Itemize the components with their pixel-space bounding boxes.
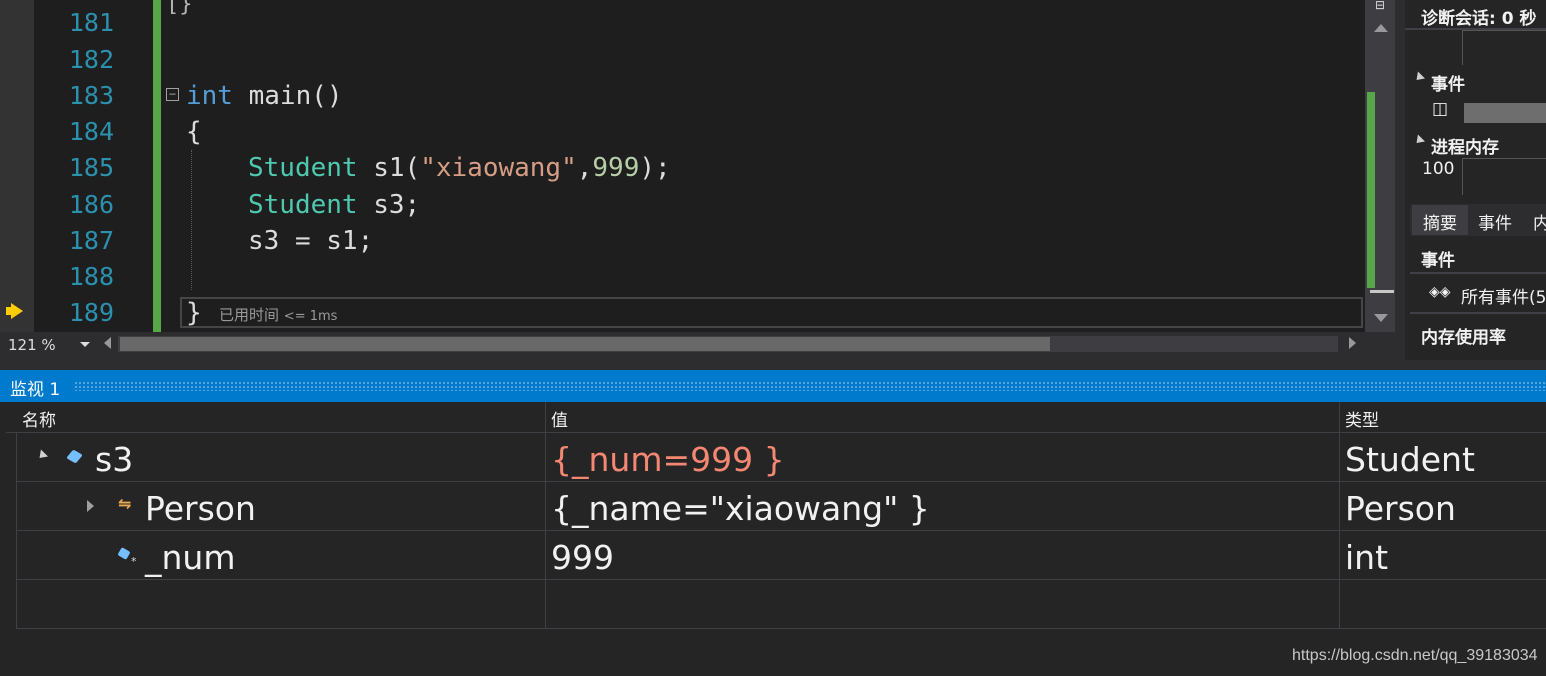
perf-tip[interactable]: 已用时间 <= 1ms — [219, 304, 337, 325]
line-number: 181 — [68, 8, 114, 37]
scroll-right-icon[interactable] — [1349, 337, 1356, 349]
code-line-185[interactable]: Student s1("xiaowang",999); — [248, 153, 671, 183]
split-window-icon[interactable]: ⊟ — [1370, 0, 1390, 12]
divider — [1410, 272, 1546, 274]
change-tracking-bar — [153, 0, 161, 332]
line-number: 188 — [68, 262, 114, 291]
perf-tip-value: <= 1ms — [283, 309, 338, 324]
watch-name[interactable]: _num — [145, 538, 235, 578]
memory-axis-value: 100 — [1422, 159, 1455, 179]
row-divider — [16, 628, 1546, 629]
watch-value[interactable]: {_num=999 } — [551, 440, 785, 480]
column-header-type[interactable]: 类型 — [1345, 406, 1379, 431]
code-line-186[interactable]: Student s3; — [248, 190, 420, 220]
current-line-highlight — [180, 297, 1363, 328]
code-text: s1( — [357, 153, 421, 183]
watch-column-header — [6, 402, 1546, 433]
all-events-link[interactable]: 所有事件(5 — [1461, 283, 1546, 308]
watch-type: Person — [1345, 489, 1456, 528]
row-divider — [16, 481, 1546, 482]
memory-chart-area — [1462, 158, 1546, 195]
diagnostic-session-label: 诊断会话: 0 秒 — [1421, 9, 1537, 29]
pause-icon[interactable]: ◫ — [1432, 99, 1448, 119]
line-number: 185 — [68, 153, 114, 182]
titlebar-grip[interactable] — [74, 381, 1546, 391]
events-timeline-bar — [1464, 103, 1546, 123]
tab-summary[interactable]: 摘要 — [1423, 209, 1457, 234]
column-header-value[interactable]: 值 — [551, 406, 568, 431]
code-line-189[interactable]: } — [186, 298, 202, 328]
column-separator[interactable] — [545, 402, 546, 628]
expand-toggle-icon[interactable] — [87, 500, 94, 512]
chevron-down-icon[interactable] — [80, 342, 90, 347]
line-number: 184 — [68, 117, 114, 146]
code-editor[interactable] — [0, 0, 1395, 332]
process-memory-section-title[interactable]: 进程内存 — [1431, 133, 1499, 158]
code-text: main() — [232, 81, 343, 111]
execution-pointer-icon — [11, 303, 23, 319]
scroll-down-icon[interactable] — [1374, 314, 1388, 322]
filter-icon: ◈◈ — [1429, 284, 1451, 300]
type-name: Student — [248, 190, 358, 220]
zoom-level: 121 % — [8, 336, 56, 354]
keyword: int — [186, 81, 233, 111]
code-line-183[interactable]: int main() — [186, 81, 343, 111]
divider — [1410, 312, 1546, 314]
line-number: 183 — [68, 81, 114, 110]
code-text: , — [576, 153, 593, 183]
scrollbar-caret-marker — [1370, 290, 1394, 293]
column-header-name[interactable]: 名称 — [22, 406, 56, 431]
line-number: 187 — [68, 226, 114, 255]
code-text: ); — [639, 153, 671, 183]
watch-name[interactable]: Person — [145, 489, 256, 529]
line-number: 186 — [68, 190, 114, 219]
timeline-ruler — [1462, 30, 1546, 65]
code-line-187[interactable]: s3 = s1; — [248, 226, 373, 256]
tab-memory[interactable]: 内 — [1533, 209, 1546, 234]
watch-name[interactable]: s3 — [95, 440, 133, 480]
watermark: https://blog.csdn.net/qq_39183034 — [1292, 647, 1538, 664]
watch-value[interactable]: 999 — [551, 538, 614, 578]
scrollbar-thumb[interactable] — [1367, 92, 1375, 288]
column-separator[interactable] — [1339, 402, 1340, 628]
code-fragment: [} — [166, 0, 193, 17]
watch-type: Student — [1345, 440, 1475, 479]
line-number: 189 — [68, 298, 114, 327]
code-text: s3; — [357, 190, 421, 220]
events-section-title[interactable]: 事件 — [1431, 70, 1465, 95]
glyph-margin[interactable] — [0, 0, 34, 332]
indent-guide — [191, 150, 192, 290]
line-number: 182 — [68, 45, 114, 74]
number-literal: 999 — [592, 153, 640, 183]
base-class-icon: ⇋ — [118, 494, 132, 513]
watch-value[interactable]: {_name="xiaowang" } — [551, 489, 930, 529]
watch-window-title: 监视 1 — [10, 380, 61, 400]
horizontal-scrollbar-thumb[interactable] — [120, 337, 1050, 351]
add-watch-row[interactable] — [17, 580, 545, 628]
collapse-toggle-icon[interactable]: − — [166, 88, 179, 101]
tab-events[interactable]: 事件 — [1478, 209, 1512, 234]
row-divider — [16, 530, 1546, 531]
private-member-icon: * — [131, 555, 137, 568]
events-header: 事件 — [1421, 251, 1455, 271]
type-name: Student — [248, 153, 358, 183]
scroll-up-icon[interactable] — [1374, 24, 1388, 32]
scroll-left-icon[interactable] — [104, 337, 111, 349]
memory-usage-header: 内存使用率 — [1421, 328, 1506, 348]
perf-tip-label: 已用时间 — [219, 306, 280, 324]
watch-type: int — [1345, 538, 1389, 577]
code-line-184[interactable]: { — [186, 117, 202, 147]
string-literal: "xiaowang" — [420, 153, 577, 183]
